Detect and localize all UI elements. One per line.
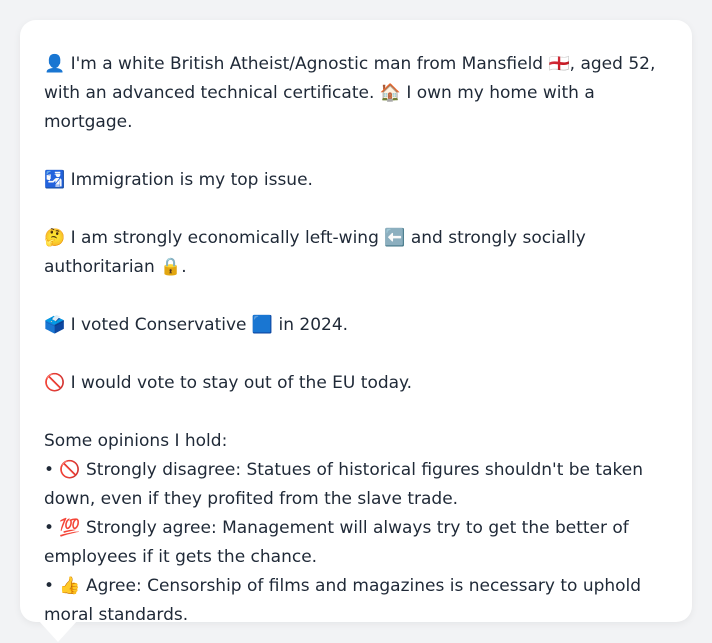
opinion-item: • 🚫 Strongly disagree: Statues of histor… (44, 460, 643, 509)
bubble-tail (38, 620, 78, 642)
opinions-heading: Some opinions I hold: (44, 431, 228, 451)
political-leaning-text: 🤔 I am strongly economically left-wing ⬅… (44, 228, 586, 277)
vote-2024-text: 🗳️ I voted Conservative 🟦 in 2024. (44, 315, 349, 335)
eu-vote-text: 🚫 I would vote to stay out of the EU tod… (44, 373, 413, 393)
top-issue-text: 🛂 Immigration is my top issue. (44, 170, 313, 190)
opinion-item: • 💯 Strongly agree: Management will alwa… (44, 518, 629, 567)
opinion-item: • 👍 Agree: Censorship of films and magaz… (44, 576, 642, 625)
message-bubble: 👤 I'm a white British Atheist/Agnostic m… (20, 20, 692, 625)
intro-text: 👤 I'm a white British Atheist/Agnostic m… (44, 54, 656, 132)
